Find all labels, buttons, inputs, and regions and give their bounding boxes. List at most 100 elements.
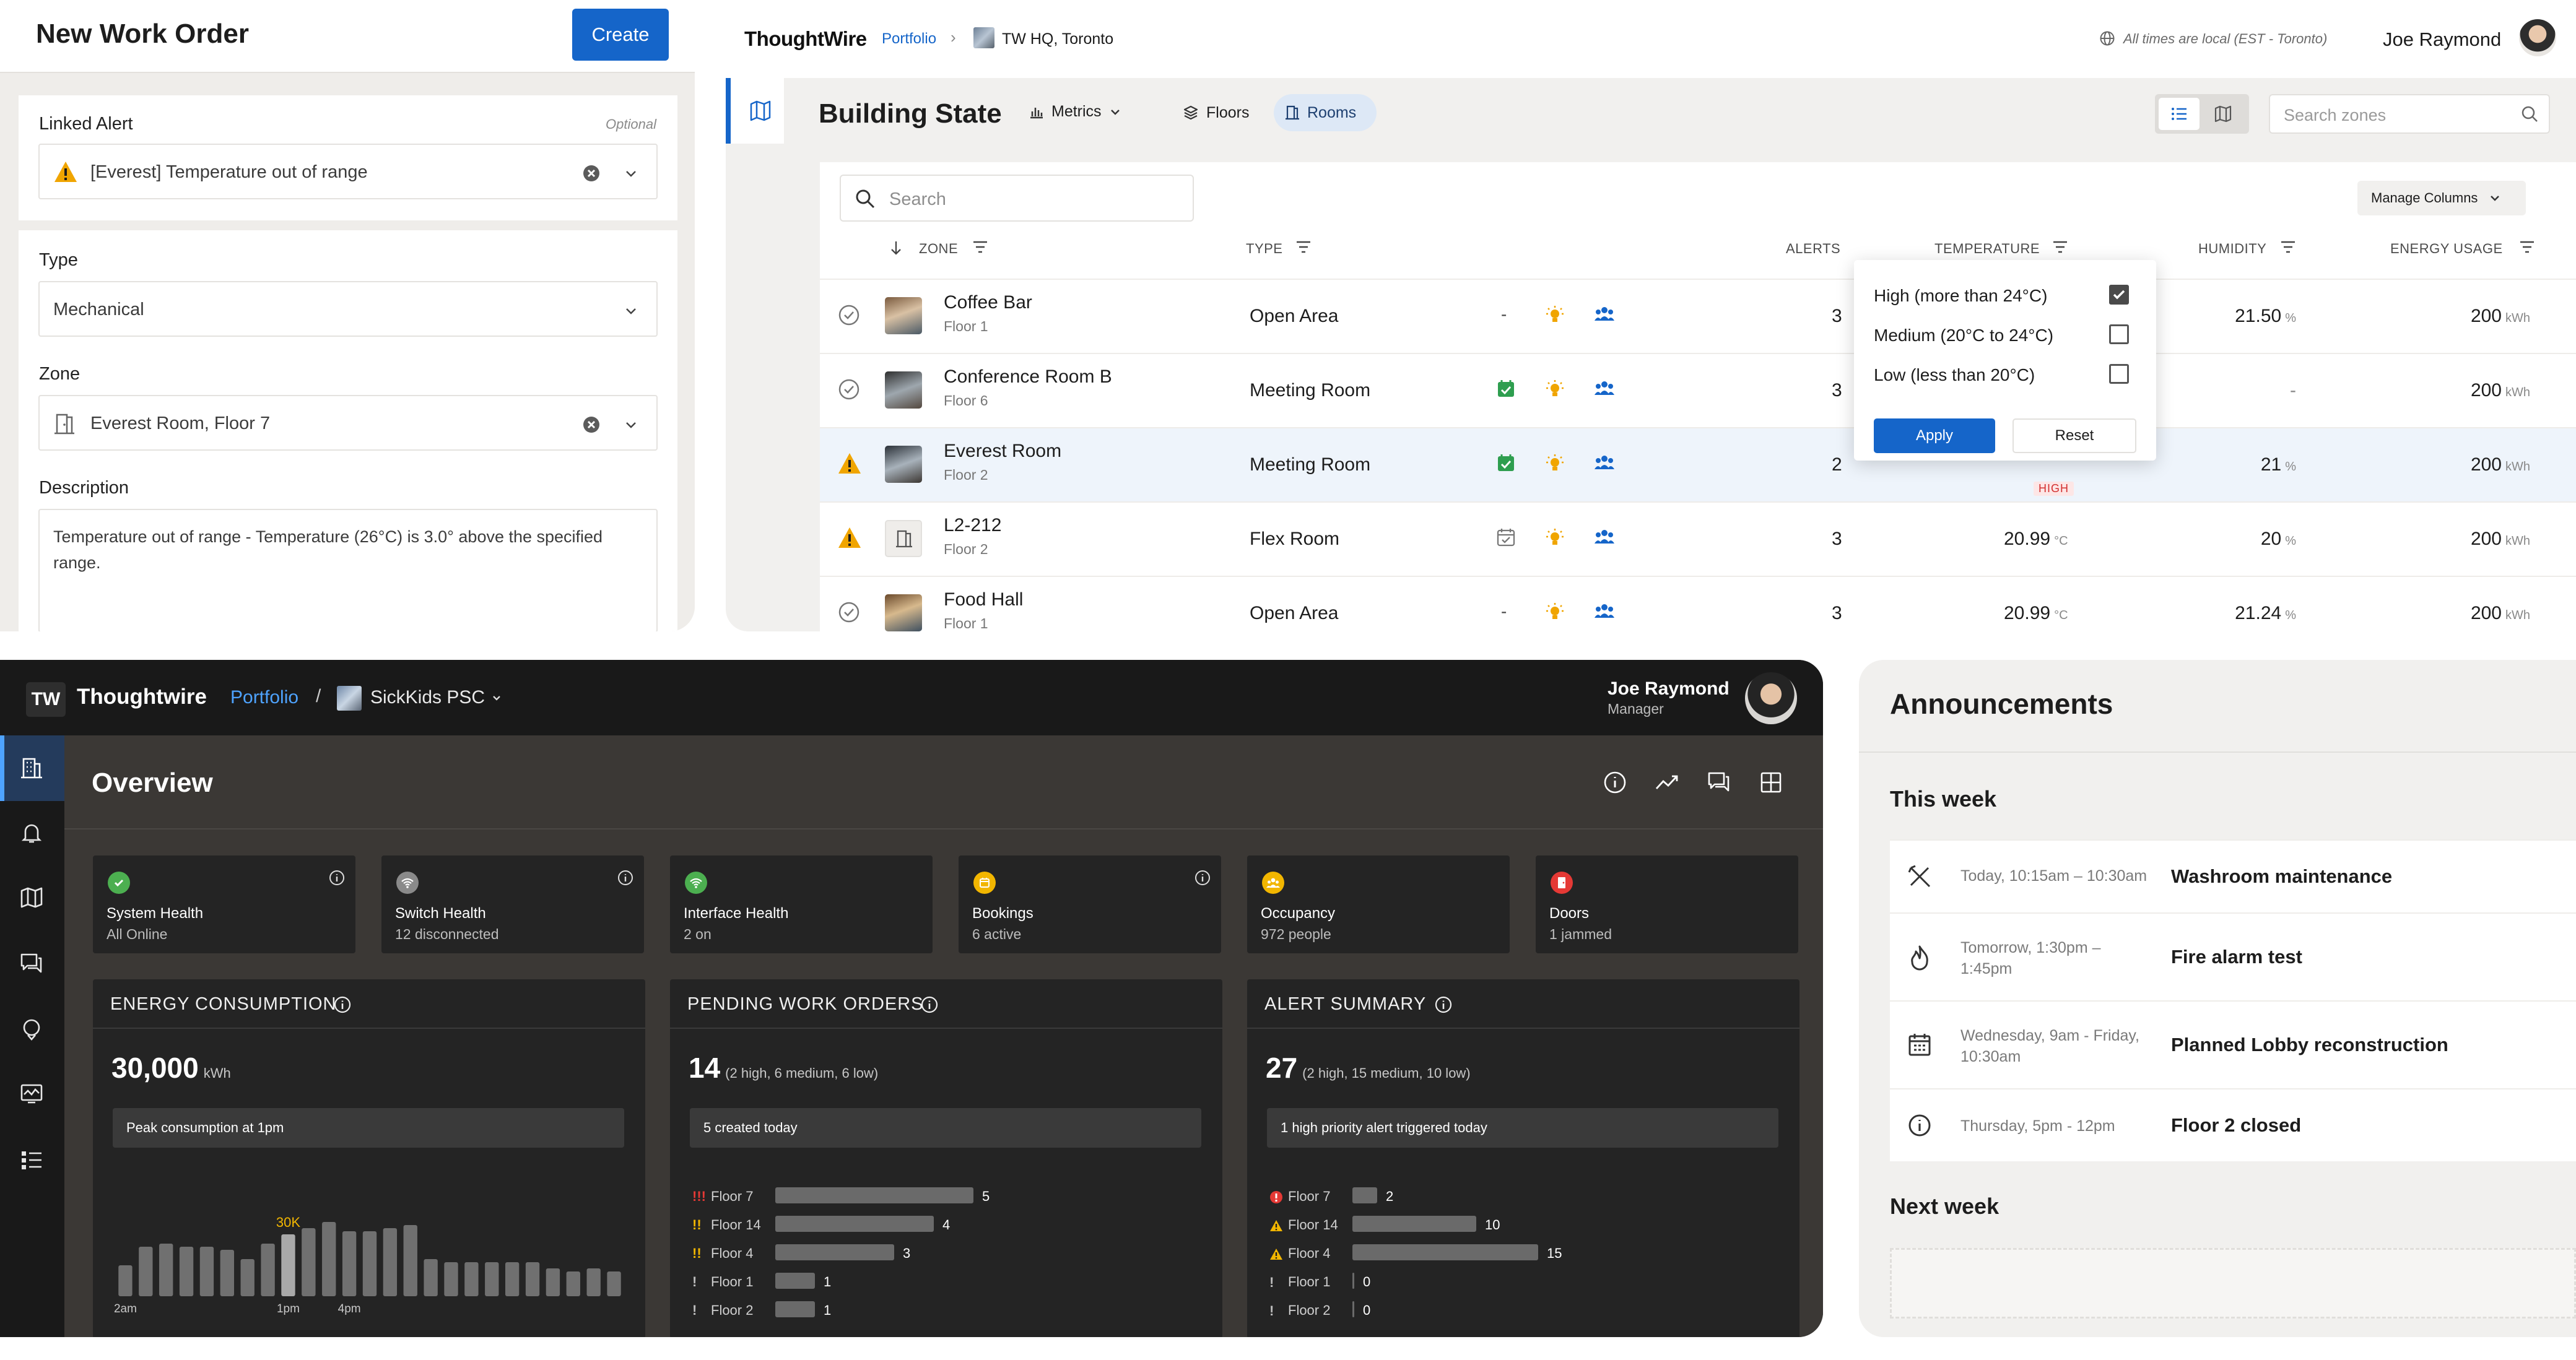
status-card-occupancy[interactable]: Occupancy 972 people: [1247, 855, 1510, 953]
info-icon[interactable]: [920, 995, 939, 1014]
metrics-dropdown[interactable]: Metrics: [1029, 103, 1121, 121]
floor-bar[interactable]: [775, 1187, 973, 1203]
floor-bar[interactable]: [1352, 1301, 1354, 1317]
announcement-item[interactable]: Today, 10:15am – 10:30am Washroom mainte…: [1890, 839, 2576, 912]
map-toggle[interactable]: [726, 78, 784, 144]
status-card-bookings[interactable]: Bookings 6 active: [959, 855, 1221, 953]
energy-bar[interactable]: [607, 1271, 621, 1296]
checklist-icon[interactable]: [20, 1149, 43, 1171]
type-select[interactable]: Mechanical: [38, 281, 658, 337]
info-icon[interactable]: [1603, 770, 1627, 795]
status-card-switch-health[interactable]: Switch Health 12 disconnected: [381, 855, 644, 953]
floors-button[interactable]: Floors: [1172, 94, 1264, 131]
energy-bar[interactable]: [281, 1234, 295, 1296]
info-icon[interactable]: [617, 869, 634, 886]
clear-icon[interactable]: [582, 164, 601, 183]
energy-bar[interactable]: [342, 1231, 357, 1296]
col-zone[interactable]: ZONE: [919, 241, 958, 257]
energy-bar[interactable]: [139, 1247, 153, 1296]
search-zones-input[interactable]: Search zones: [2269, 94, 2550, 134]
floor-bar[interactable]: [1352, 1187, 1377, 1203]
filter-option-high[interactable]: High (more than 24°C): [1874, 286, 2047, 306]
floor-bar[interactable]: [1352, 1273, 1354, 1289]
zone-select[interactable]: Everest Room, Floor 7: [38, 395, 658, 451]
location-icon[interactable]: [20, 1018, 43, 1041]
sort-down-icon[interactable]: [889, 240, 903, 256]
info-icon[interactable]: [333, 995, 352, 1014]
table-row[interactable]: Everest Room Floor 2 Meeting Room 2 HIGH…: [820, 427, 2576, 501]
energy-bar[interactable]: [546, 1268, 560, 1296]
avatar[interactable]: [1745, 672, 1797, 724]
monitor-icon[interactable]: [20, 1083, 43, 1104]
announcement-item[interactable]: Wednesday, 9am - Friday, 10:30am Planned…: [1890, 1000, 2576, 1088]
energy-bar[interactable]: [199, 1247, 214, 1296]
table-row[interactable]: Coffee Bar Floor 1 Open Area - 3 21.50% …: [820, 279, 2576, 353]
chat-icon[interactable]: [20, 952, 43, 974]
floor-bar[interactable]: [775, 1301, 815, 1317]
brand-logo[interactable]: TW: [26, 682, 66, 717]
bell-icon[interactable]: [20, 821, 43, 844]
filter-icon[interactable]: [972, 240, 988, 254]
status-card-system-health[interactable]: System Health All Online: [93, 855, 355, 953]
status-card-interface-health[interactable]: Interface Health 2 on: [670, 855, 933, 953]
floor-bar[interactable]: [775, 1273, 815, 1289]
list-view-button[interactable]: [2159, 98, 2200, 130]
avatar[interactable]: [2519, 19, 2556, 56]
col-type[interactable]: TYPE: [1246, 241, 1282, 257]
info-icon[interactable]: [1194, 869, 1211, 886]
breadcrumb-portfolio[interactable]: Portfolio: [882, 30, 936, 48]
map-icon[interactable]: [20, 886, 43, 909]
breadcrumb-portfolio[interactable]: Portfolio: [230, 687, 298, 708]
energy-bar[interactable]: [322, 1222, 336, 1296]
energy-bar[interactable]: [566, 1271, 580, 1296]
filter-icon[interactable]: [2052, 240, 2068, 254]
chevron-down-icon[interactable]: [624, 167, 638, 180]
col-temperature[interactable]: TEMPERATURE: [1934, 241, 2040, 257]
filter-option-medium[interactable]: Medium (20°C to 24°C): [1874, 326, 2053, 345]
info-icon[interactable]: [328, 869, 346, 886]
trend-icon[interactable]: [1655, 770, 1679, 795]
sidebar-item-buildings[interactable]: [0, 735, 64, 801]
floor-bar[interactable]: [775, 1244, 894, 1260]
manage-columns-button[interactable]: Manage Columns: [2357, 181, 2526, 215]
energy-bar[interactable]: [444, 1262, 458, 1296]
floor-bar[interactable]: [1352, 1216, 1476, 1232]
energy-bar[interactable]: [403, 1225, 417, 1296]
grid-icon[interactable]: [1759, 770, 1783, 795]
announcement-item[interactable]: Thursday, 5pm - 12pm Floor 2 closed: [1890, 1088, 2576, 1161]
energy-bar[interactable]: [383, 1228, 398, 1296]
linked-alert-select[interactable]: [Everest] Temperature out of range: [38, 144, 658, 199]
energy-bar[interactable]: [240, 1259, 255, 1296]
energy-bar[interactable]: [464, 1262, 479, 1296]
apply-button[interactable]: Apply: [1874, 418, 1995, 453]
map-view-icon[interactable]: [2214, 105, 2232, 123]
table-search-input[interactable]: Search: [840, 175, 1194, 222]
clear-icon[interactable]: [582, 415, 601, 434]
table-row[interactable]: L2-212 Floor 2 Flex Room 3 20.99 °C 20% 2…: [820, 501, 2576, 576]
checkbox-low[interactable]: [2109, 364, 2129, 384]
create-button[interactable]: Create: [572, 9, 669, 61]
energy-bar[interactable]: [586, 1268, 601, 1296]
chevron-down-icon[interactable]: [624, 418, 638, 431]
energy-bar[interactable]: [179, 1247, 194, 1296]
chat-icon[interactable]: [1707, 770, 1731, 795]
floor-bar[interactable]: [1352, 1244, 1538, 1260]
reset-button[interactable]: Reset: [2012, 418, 2136, 453]
filter-icon[interactable]: [2519, 240, 2535, 254]
chevron-down-icon[interactable]: [624, 304, 638, 318]
checkbox-medium[interactable]: [2109, 324, 2129, 344]
col-energy[interactable]: ENERGY USAGE: [2390, 241, 2503, 257]
energy-bar[interactable]: [159, 1244, 173, 1296]
energy-bar[interactable]: [362, 1231, 377, 1296]
user-name[interactable]: Joe Raymond: [2383, 28, 2501, 51]
energy-bar[interactable]: [302, 1228, 316, 1296]
announcement-item[interactable]: Tomorrow, 1:30pm – 1:45pm Fire alarm tes…: [1890, 912, 2576, 1000]
filter-icon[interactable]: [2280, 240, 2296, 254]
energy-bar[interactable]: [118, 1265, 133, 1296]
checkbox-high[interactable]: [2109, 285, 2129, 305]
table-row[interactable]: Conference Room B Floor 6 Meeting Room 3…: [820, 353, 2576, 427]
filter-icon[interactable]: [1295, 240, 1312, 254]
status-card-doors[interactable]: Doors 1 jammed: [1536, 855, 1798, 953]
energy-bar[interactable]: [525, 1262, 540, 1296]
site-dropdown[interactable]: SickKids PSC: [370, 687, 502, 708]
